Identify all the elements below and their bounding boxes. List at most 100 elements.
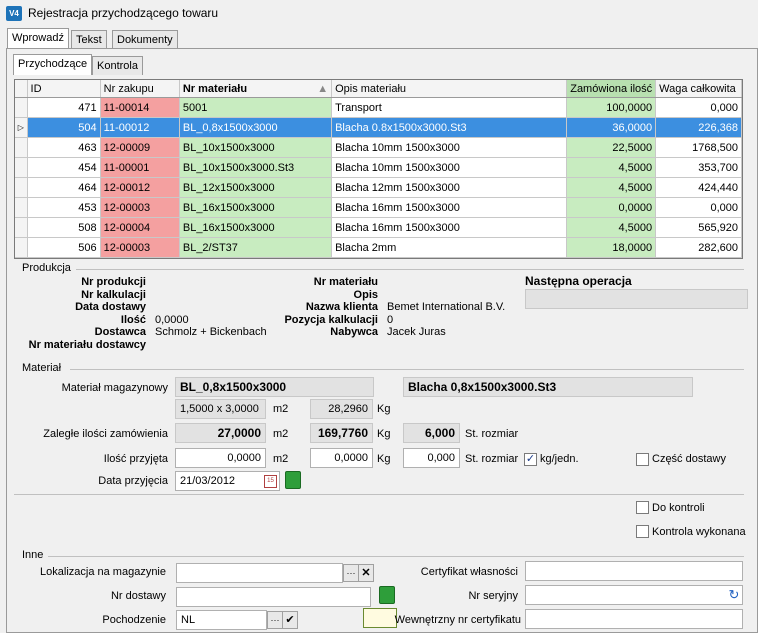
cell-zamowiona-ilosc[interactable]: 100,0000 [566,97,657,118]
cell-nr-materialu[interactable]: BL_2/ST37 [179,237,333,258]
subtab-przychodzace[interactable]: Przychodzące [13,54,93,75]
cell-nr-materialu[interactable]: BL_0,8x1500x3000 [179,117,333,138]
lokalizacja-input[interactable] [176,563,343,583]
data-przyjecia-input[interactable]: 21/03/2012 15 [175,471,280,491]
table-row[interactable]: 464 12-00012 BL_12x1500x3000 Blacha 12mm 15… [15,177,742,198]
cell-opis[interactable]: Blacha 20mm 1500x3000 [331,257,568,258]
row-indicator[interactable] [15,257,28,258]
cell-nr-materialu[interactable]: BL_20x1500x3000 [179,257,333,258]
przyjeta-kg-input[interactable]: 0,0000 [310,448,373,468]
cell-nr-materialu[interactable]: BL_16x1500x3000 [179,217,333,238]
cell-opis[interactable]: Blacha 16mm 1500x3000 [331,217,568,238]
cell-waga[interactable]: 424,440 [655,177,742,198]
clear-icon[interactable]: ✕ [358,564,374,582]
cell-waga[interactable]: 353,700 [655,157,742,178]
cell-id[interactable]: 464 [27,177,101,198]
cell-zamowiona-ilosc[interactable]: 4,5000 [566,157,657,178]
wew-certyfikat-input[interactable] [525,609,743,629]
col-header-waga[interactable]: Waga całkowita [655,80,742,98]
col-header-id[interactable]: ID [27,80,101,98]
cell-id[interactable]: 454 [27,157,101,178]
row-indicator[interactable]: ▷ [15,117,28,138]
cell-id[interactable]: 506 [27,237,101,258]
tab-tekst[interactable]: Tekst [71,30,107,49]
cell-nr-zakupu[interactable]: 11-00014 [100,97,180,118]
cell-zamowiona-ilosc[interactable]: 18,0000 [566,237,657,258]
certyfikat-input[interactable] [525,561,743,581]
cell-zamowiona-ilosc[interactable]: 4,5000 [566,177,657,198]
cell-id[interactable]: 508 [27,217,101,238]
col-header-nr-materialu[interactable]: Nr materiału ▲ [179,80,333,98]
calendar-icon[interactable]: 15 [264,475,277,488]
cell-waga[interactable]: 0,000 [655,197,742,218]
cell-waga[interactable]: 282,600 [655,237,742,258]
cell-id[interactable]: 449 [27,257,101,258]
nr-dostawy-input[interactable] [176,587,371,607]
cell-nr-zakupu[interactable]: 12-00004 [100,217,180,238]
kg-jedn-checkbox[interactable]: ✓ [524,453,537,466]
cell-zamowiona-ilosc[interactable]: 22,5000 [566,137,657,158]
cell-nr-zakupu[interactable]: 12-00003 [100,197,180,218]
cell-nr-materialu[interactable]: BL_10x1500x3000.St3 [179,157,333,178]
row-indicator[interactable] [15,157,28,178]
cell-opis[interactable]: Transport [331,97,568,118]
col-header-nr-zakupu[interactable]: Nr zakupu [100,80,180,98]
cell-nr-materialu[interactable]: BL_12x1500x3000 [179,177,333,198]
subtab-kontrola[interactable]: Kontrola [92,56,143,75]
przyjeta-szt-input[interactable]: 0,000 [403,448,460,468]
refresh-icon[interactable]: ↻ [726,587,742,603]
cell-waga[interactable]: 707,400 [655,257,742,258]
table-row[interactable]: 454 11-00001 BL_10x1500x3000.St3 Blacha 10m… [15,157,742,178]
cell-nr-zakupu[interactable]: 12-00003 [100,257,180,258]
row-indicator[interactable] [15,177,28,198]
cell-waga[interactable]: 226,368 [655,117,742,138]
row-indicator[interactable] [15,97,28,118]
row-indicator[interactable] [15,237,28,258]
cell-opis[interactable]: Blacha 10mm 1500x3000 [331,137,568,158]
cell-nr-zakupu[interactable]: 12-00012 [100,177,180,198]
cell-nr-zakupu[interactable]: 12-00009 [100,137,180,158]
table-row[interactable]: 471 11-00014 5001 Transport 100,0000 0,000 [15,97,742,118]
receipts-grid[interactable]: ID Nr zakupu Nr materiału ▲ Opis materiał… [14,79,743,259]
browse-button[interactable]: ··· [267,611,283,629]
przyjeta-m2-input[interactable]: 0,0000 [175,448,266,468]
cell-id[interactable]: 463 [27,137,101,158]
col-header-opis[interactable]: Opis materiału [331,80,568,98]
table-row[interactable]: 508 12-00004 BL_16x1500x3000 Blacha 16mm 15… [15,217,742,238]
table-row[interactable]: 463 12-00009 BL_10x1500x3000 Blacha 10mm 15… [15,137,742,158]
cell-zamowiona-ilosc[interactable]: 36,0000 [566,117,657,138]
tab-dokumenty[interactable]: Dokumenty [112,30,178,49]
row-indicator[interactable] [15,197,28,218]
czesc-dostawy-checkbox[interactable] [636,453,649,466]
do-kontroli-checkbox[interactable] [636,501,649,514]
cell-nr-materialu[interactable]: 5001 [179,97,333,118]
row-indicator[interactable] [15,217,28,238]
cell-nr-zakupu[interactable]: 11-00001 [100,157,180,178]
cell-waga[interactable]: 565,920 [655,217,742,238]
col-header-zamowiona-ilosc[interactable]: Zamówiona ilość [566,80,657,98]
cell-nr-materialu[interactable]: BL_10x1500x3000 [179,137,333,158]
cell-waga[interactable]: 0,000 [655,97,742,118]
cell-zamowiona-ilosc[interactable]: 4,5000 [566,217,657,238]
tab-wprowadz[interactable]: Wprowadź [7,28,69,49]
kontrola-wykonana-checkbox[interactable] [636,525,649,538]
cell-zamowiona-ilosc[interactable]: 0,0000 [566,197,657,218]
table-row[interactable]: 453 12-00003 BL_16x1500x3000 Blacha 16mm 15… [15,197,742,218]
cell-id[interactable]: 471 [27,97,101,118]
row-indicator[interactable] [15,137,28,158]
table-row[interactable]: ▷ 504 11-00012 BL_0,8x1500x3000 Blacha 0.8x1… [15,117,742,138]
table-row[interactable]: 44912-00003BL_20x1500x3000Blacha 20mm 15… [15,257,742,258]
cell-opis[interactable]: Blacha 0.8x1500x3000.St3 [331,117,568,138]
pochodzenie-input[interactable]: NL [176,610,267,630]
cell-zamowiona-ilosc[interactable]: 4,5000 [566,257,657,258]
cell-waga[interactable]: 1768,500 [655,137,742,158]
cell-id[interactable]: 504 [27,117,101,138]
unlock-icon[interactable] [285,471,301,489]
cell-nr-zakupu[interactable]: 11-00012 [100,117,180,138]
cell-id[interactable]: 453 [27,197,101,218]
confirm-icon[interactable]: ✔ [282,611,298,629]
cell-nr-materialu[interactable]: BL_16x1500x3000 [179,197,333,218]
cell-opis[interactable]: Blacha 10mm 1500x3000 [331,157,568,178]
table-row[interactable]: 506 12-00003 BL_2/ST37 Blacha 2mm 18,0000 282… [15,237,742,258]
cell-opis[interactable]: Blacha 12mm 1500x3000 [331,177,568,198]
